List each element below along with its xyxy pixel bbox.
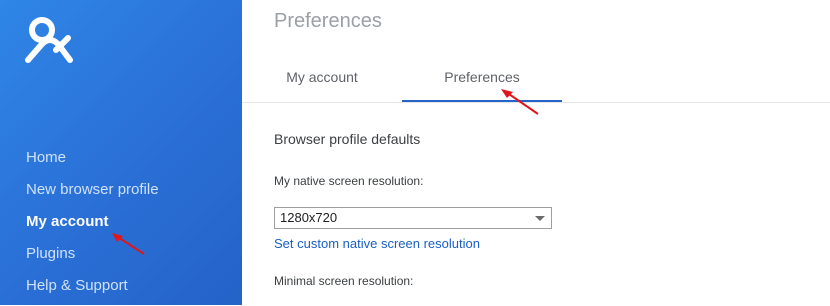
sidebar-item-new-browser-profile[interactable]: New browser profile	[26, 178, 159, 210]
chevron-down-icon	[535, 216, 545, 221]
native-resolution-select[interactable]: 1280x720	[274, 207, 552, 229]
native-resolution-label: My native screen resolution:	[274, 174, 424, 188]
tab-preferences[interactable]: Preferences	[402, 56, 562, 102]
set-custom-resolution-link[interactable]: Set custom native screen resolution	[274, 236, 480, 251]
sidebar-nav: Home New browser profile My account Plug…	[26, 146, 159, 306]
sidebar-item-plugins[interactable]: Plugins	[26, 242, 159, 274]
sidebar: Home New browser profile My account Plug…	[0, 0, 242, 305]
page-title: Preferences	[274, 10, 382, 32]
user-logo-icon[interactable]	[24, 16, 76, 64]
section-title: Browser profile defaults	[274, 131, 421, 147]
main-content: Preferences My account Preferences Brows…	[242, 0, 830, 305]
sidebar-item-home[interactable]: Home	[26, 146, 159, 178]
sidebar-item-my-account[interactable]: My account	[26, 210, 159, 242]
native-resolution-value: 1280x720	[280, 210, 338, 225]
tab-my-account[interactable]: My account	[242, 56, 402, 100]
tab-bar: My account Preferences	[242, 56, 830, 103]
minimal-resolution-label: Minimal screen resolution:	[274, 274, 414, 288]
sidebar-item-help-support[interactable]: Help & Support	[26, 274, 159, 306]
